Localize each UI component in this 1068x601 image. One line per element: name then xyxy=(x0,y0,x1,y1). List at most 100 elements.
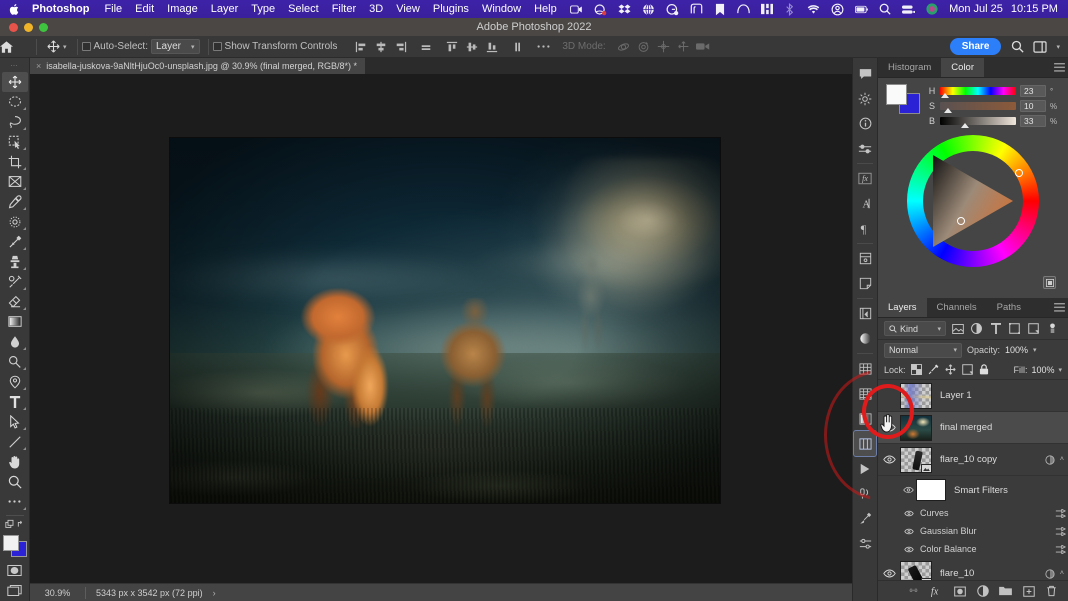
info-icon[interactable] xyxy=(854,111,876,136)
user-account-icon[interactable] xyxy=(831,3,844,16)
search-icon[interactable] xyxy=(1011,40,1025,53)
eyedropper-tool[interactable] xyxy=(2,192,28,212)
tab-color[interactable]: Color xyxy=(941,58,984,77)
spot-healing-brush-tool[interactable] xyxy=(2,212,28,232)
distribute-horizontal-icon[interactable] xyxy=(417,38,434,55)
shape-tool[interactable] xyxy=(2,432,28,452)
workspace-icon[interactable] xyxy=(1033,40,1048,53)
filter-visibility-toggle[interactable] xyxy=(900,528,918,535)
menu-3d[interactable]: 3D xyxy=(369,3,383,15)
lasso-tool[interactable] xyxy=(2,112,28,132)
saturation-value[interactable]: 10 xyxy=(1020,100,1046,112)
battery-icon[interactable] xyxy=(854,3,868,16)
quick-mask-icon[interactable] xyxy=(2,561,28,581)
blur-tool[interactable] xyxy=(2,332,28,352)
opacity-chevron-down-icon[interactable]: ▾ xyxy=(1033,346,1037,354)
zoom-3d-icon[interactable] xyxy=(695,38,712,55)
align-top-icon[interactable] xyxy=(443,38,460,55)
brightness-slider[interactable] xyxy=(940,117,1016,128)
filter-image-icon[interactable] xyxy=(950,321,965,336)
filter-adjustment-icon[interactable] xyxy=(969,321,984,336)
layer-thumbnail[interactable] xyxy=(900,414,932,441)
menu-select[interactable]: Select xyxy=(288,3,319,15)
lock-image-pixels-icon[interactable] xyxy=(927,363,940,376)
tab-channels[interactable]: Channels xyxy=(927,298,987,317)
blend-mode-dropdown[interactable]: Normal ▾ xyxy=(884,342,962,358)
filter-name[interactable]: Gaussian Blur xyxy=(918,526,1052,536)
tool-preset-chevron-down-icon[interactable]: ▾ xyxy=(63,43,67,51)
filter-smart-object-icon[interactable] xyxy=(1026,321,1041,336)
panel-menu-icon[interactable] xyxy=(1050,298,1068,317)
layer-name[interactable]: flare_10 copy xyxy=(932,454,1045,465)
saturation-slider[interactable] xyxy=(940,102,1016,113)
filter-type-icon[interactable] xyxy=(988,321,1003,336)
menu-filter[interactable]: Filter xyxy=(332,3,356,15)
hue-ring-marker[interactable] xyxy=(1015,169,1023,177)
color-panel-swatches[interactable] xyxy=(886,84,920,114)
layer-visibility-toggle[interactable] xyxy=(878,380,900,412)
saturation-slider-thumb[interactable] xyxy=(943,108,952,113)
menu-file[interactable]: File xyxy=(104,3,122,15)
roll-3d-icon[interactable] xyxy=(635,38,652,55)
control-center-icon[interactable] xyxy=(902,3,915,16)
fill-chevron-down-icon[interactable]: ▾ xyxy=(1058,366,1062,374)
character-icon[interactable]: A xyxy=(854,191,876,216)
share-button[interactable]: Share xyxy=(949,38,1002,55)
dodge-tool[interactable] xyxy=(2,352,28,372)
lock-all-icon[interactable] xyxy=(978,363,991,376)
zoom-level[interactable]: 30.9% xyxy=(30,588,85,598)
screen-mode-icon[interactable] xyxy=(2,581,28,601)
menu-plugins[interactable]: Plugins xyxy=(433,3,469,15)
grammarly-icon[interactable] xyxy=(666,3,679,16)
filter-visibility-toggle[interactable] xyxy=(900,510,918,517)
filter-toggle-icon[interactable] xyxy=(1045,321,1060,336)
list-item[interactable]: Color Balance xyxy=(878,540,1068,558)
layer-styles-icon[interactable]: fx xyxy=(854,166,876,191)
screen-record-icon[interactable] xyxy=(569,3,583,16)
layer-name[interactable]: Layer 1 xyxy=(932,390,1064,401)
siri-icon[interactable] xyxy=(926,3,938,16)
crop-tool[interactable] xyxy=(2,152,28,172)
brightness-slider-thumb[interactable] xyxy=(961,123,970,128)
hue-slider[interactable] xyxy=(940,87,1016,98)
lock-artboard-icon[interactable] xyxy=(961,363,974,376)
fill-value[interactable]: 100% xyxy=(1031,365,1054,375)
bluetooth-off-icon[interactable] xyxy=(784,2,796,16)
tool-presets-icon[interactable] xyxy=(854,531,876,556)
distribute-vertical-icon[interactable] xyxy=(508,38,525,55)
align-bottom-icon[interactable] xyxy=(483,38,500,55)
filter-blending-options-icon[interactable] xyxy=(1052,526,1068,536)
globe-icon[interactable] xyxy=(642,3,655,16)
close-icon[interactable]: × xyxy=(36,61,41,71)
comments-icon[interactable] xyxy=(854,61,876,86)
notes-icon[interactable] xyxy=(854,271,876,296)
brightness-value[interactable]: 33 xyxy=(1020,115,1046,127)
document-canvas[interactable] xyxy=(170,138,720,503)
lock-transparent-pixels-icon[interactable] xyxy=(910,363,923,376)
collapse-chevron-icon[interactable]: ˄ xyxy=(1060,456,1064,463)
chevron-down-icon[interactable]: ▾ xyxy=(1056,43,1060,51)
new-adjustment-layer-icon[interactable] xyxy=(976,585,989,598)
align-horizontal-center-icon[interactable] xyxy=(372,38,389,55)
swatches-icon[interactable] xyxy=(854,381,876,406)
delete-layer-icon[interactable] xyxy=(1045,585,1058,598)
zoom-tool[interactable] xyxy=(2,472,28,492)
adjustments-icon[interactable] xyxy=(854,86,876,111)
layer-list[interactable]: Layer 1 final merged flare_10 copy ˄ Sma… xyxy=(878,380,1068,598)
smart-filters-visibility-toggle[interactable] xyxy=(900,486,916,494)
foreground-color-swatch[interactable] xyxy=(2,535,19,552)
brushes-icon[interactable] xyxy=(854,506,876,531)
hue-slider-thumb[interactable] xyxy=(941,93,950,98)
menu-help[interactable]: Help xyxy=(534,3,557,15)
panel-handle-icon[interactable]: ⋯ xyxy=(7,62,23,70)
edit-toolbar-button[interactable] xyxy=(2,492,28,512)
menu-app-name[interactable]: Photoshop xyxy=(32,3,89,15)
orbit-3d-icon[interactable] xyxy=(615,38,632,55)
layer-visibility-toggle[interactable] xyxy=(878,444,900,476)
smart-object-filter-icon[interactable] xyxy=(1045,454,1055,465)
panel-menu-icon[interactable] xyxy=(1050,58,1068,77)
cleanmymac-icon[interactable] xyxy=(594,3,607,16)
history-icon[interactable] xyxy=(854,301,876,326)
filter-shape-icon[interactable] xyxy=(1007,321,1022,336)
gradient-tool[interactable] xyxy=(2,312,28,332)
